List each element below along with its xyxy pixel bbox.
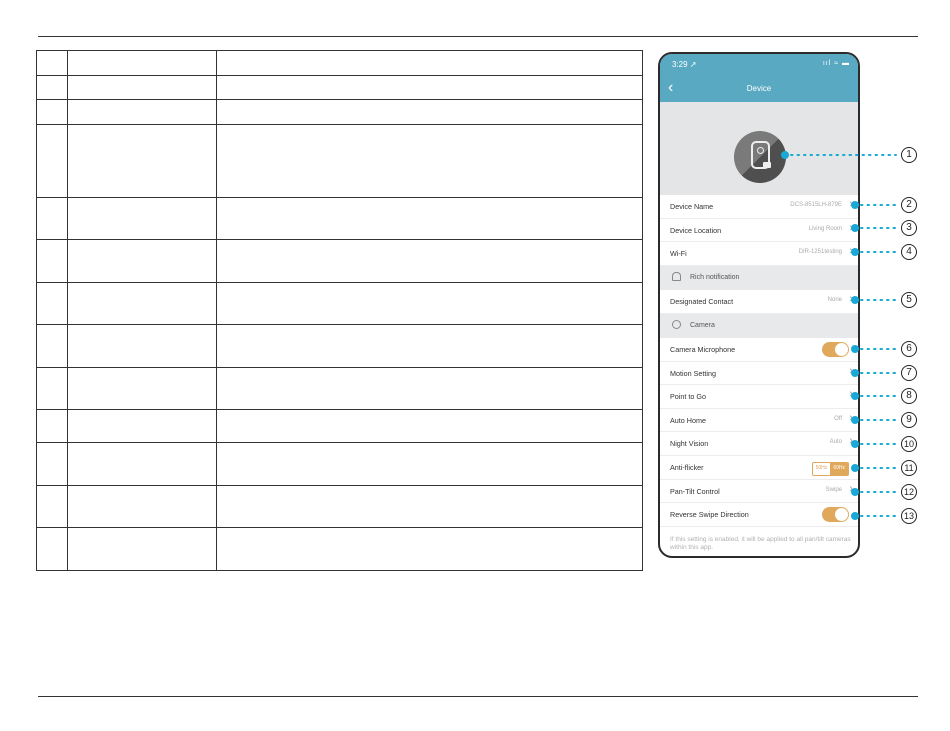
description-table — [36, 50, 643, 571]
row-camera-microphone: Camera Microphone — [660, 338, 858, 362]
bell-icon — [672, 272, 681, 281]
row-point-to-go[interactable]: Point to Go › — [660, 385, 858, 409]
toggle-knob — [835, 508, 848, 522]
row-label: Device Name — [670, 202, 714, 211]
row-label: Wi-Fi — [670, 249, 687, 259]
callout-number: 3 — [901, 220, 917, 236]
callout-number: 11 — [901, 460, 917, 476]
table-row — [36, 324, 643, 368]
camera-microphone-toggle[interactable] — [822, 342, 849, 357]
camera-lens-icon — [757, 147, 764, 154]
chevron-right-icon: › — [849, 198, 853, 210]
callout-number: 6 — [901, 341, 917, 357]
row-value: DIR-1251testing — [798, 249, 842, 256]
device-avatar[interactable] — [734, 131, 786, 183]
row-value: Off — [834, 415, 842, 422]
row-anti-flicker: Anti-flicker 50Hz 60Hz — [660, 456, 858, 480]
camera-section-icon — [672, 320, 681, 329]
table-row — [36, 99, 643, 125]
row-label: Anti-flicker — [670, 463, 704, 472]
table-row — [36, 50, 643, 76]
chevron-right-icon: › — [849, 482, 853, 495]
chevron-right-icon: › — [849, 388, 853, 401]
row-label: Night Vision — [670, 439, 709, 449]
row-label: Pan-Tilt Control — [670, 486, 720, 496]
table-row — [36, 197, 643, 240]
row-value: None — [827, 297, 842, 303]
section-camera: Camera — [660, 314, 858, 338]
callout-number: 8 — [901, 388, 917, 404]
chevron-right-icon: › — [849, 435, 853, 448]
callout-number: 1 — [901, 147, 917, 163]
phone-screenshot: 3:29 ↗ ııl ≈ ▬ ‹ Device Device Name DCS-… — [658, 52, 860, 558]
bottom-rule — [38, 696, 918, 697]
table-row — [36, 442, 643, 486]
row-label: Reverse Swipe Direction — [670, 510, 749, 520]
chevron-right-icon: › — [849, 411, 853, 424]
table-row — [36, 282, 643, 325]
row-label: Auto Home — [670, 415, 706, 425]
row-value: Auto — [829, 439, 842, 446]
row-night-vision[interactable]: Night Vision Auto › — [660, 432, 858, 456]
table-row — [36, 367, 643, 410]
footnote-text: If this setting is enabled, it will be a… — [670, 536, 851, 552]
callout-number: 10 — [901, 436, 917, 452]
section-label: Camera — [690, 322, 715, 329]
row-device-location[interactable]: Device Location Living Room › — [660, 219, 858, 243]
option-50hz[interactable]: 50Hz — [812, 463, 831, 475]
table-row — [36, 239, 643, 283]
nav-title: Device — [746, 84, 772, 93]
row-label: Motion Setting — [670, 368, 716, 378]
callout-number: 12 — [901, 484, 917, 500]
status-bar: 3:29 ↗ ııl ≈ ▬ — [660, 54, 858, 76]
photo-badge-icon — [763, 162, 771, 168]
status-icons: ııl ≈ ▬ — [822, 60, 850, 67]
callout-number: 2 — [901, 197, 917, 213]
callout-number: 13 — [901, 508, 917, 524]
row-label: Camera Microphone — [670, 345, 736, 354]
top-rule — [38, 36, 918, 37]
callout-number: 5 — [901, 292, 917, 308]
anti-flicker-segmented-control: 50Hz 60Hz — [811, 462, 849, 476]
reverse-swipe-toggle[interactable] — [822, 507, 849, 523]
device-avatar-area — [660, 102, 858, 195]
chevron-right-icon: › — [849, 293, 853, 305]
row-value: DCS-8515LH-879E — [790, 202, 842, 208]
row-label: Point to Go — [670, 392, 706, 402]
row-motion-setting[interactable]: Motion Setting › — [660, 362, 858, 386]
nav-bar: ‹ Device — [660, 76, 858, 102]
chevron-right-icon: › — [849, 221, 853, 234]
option-60hz[interactable]: 60Hz — [830, 463, 848, 475]
row-pan-tilt-control[interactable]: Pan-Tilt Control Swipe › — [660, 480, 858, 504]
row-value: Swipe — [825, 486, 842, 493]
row-auto-home[interactable]: Auto Home Off › — [660, 409, 858, 433]
row-designated-contact[interactable]: Designated Contact None › — [660, 290, 858, 314]
chevron-right-icon: › — [849, 364, 853, 377]
callout-number: 4 — [901, 244, 917, 260]
callout-number: 7 — [901, 365, 917, 381]
table-row — [36, 124, 643, 198]
section-label: Rich notification — [690, 274, 740, 281]
status-time: 3:29 ↗ — [672, 60, 697, 69]
toggle-knob — [835, 343, 848, 356]
table-row — [36, 75, 643, 100]
row-device-name[interactable]: Device Name DCS-8515LH-879E › — [660, 195, 858, 219]
table-row — [36, 527, 643, 571]
chevron-right-icon: › — [849, 245, 853, 258]
callout-number: 9 — [901, 412, 917, 428]
row-wifi[interactable]: Wi-Fi DIR-1251testing › — [660, 242, 858, 266]
table-row — [36, 409, 643, 443]
row-reverse-swipe-direction: Reverse Swipe Direction — [660, 503, 858, 527]
row-label: Designated Contact — [670, 297, 734, 306]
row-value: Living Room — [808, 225, 842, 232]
table-row — [36, 485, 643, 528]
section-rich-notification: Rich notification — [660, 266, 858, 290]
row-label: Device Location — [670, 225, 722, 235]
